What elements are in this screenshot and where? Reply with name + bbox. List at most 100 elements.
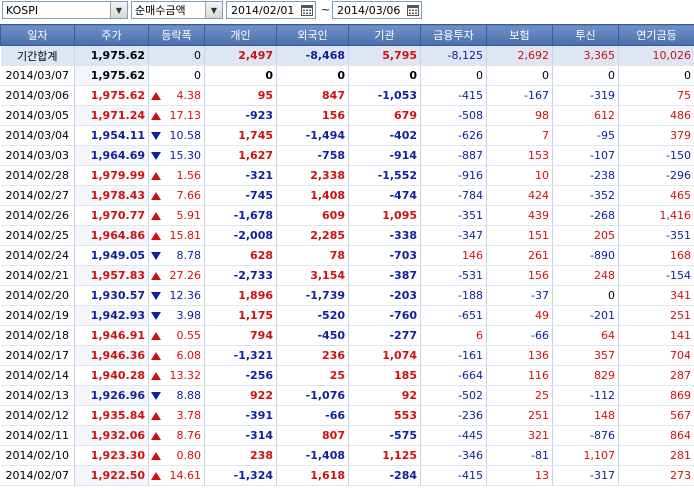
table-row[interactable]: 2014/03/07 1,975.62 0 0 0 0 0 0 0 0 [0,65,694,86]
change-value: 8.78 [176,249,202,262]
table-row[interactable]: 2014/02/28 1,979.99 1.56 -321 2,338 -1,552 -91… [0,165,694,186]
table-row[interactable]: 2014/03/05 1,971.24 17.13 -923 156 679 -508 98 6… [0,105,694,126]
cell-foreign: 78 [276,245,349,266]
table-row[interactable]: 2014/02/10 1,923.30 0.80 238 -1,408 1,125 -346… [0,445,694,466]
table-row[interactable]: 2014/03/03 1,964.69 15.30 1,627 -758 -914 -887… [0,145,694,166]
cell-date: 2014/02/07 [0,465,75,486]
arrow-down-icon [151,311,161,320]
cell-pension: 281 [618,445,694,466]
date-separator: ~ [321,3,331,16]
arrow-up-icon [151,411,161,420]
change-value: 0.55 [176,329,202,342]
chevron-down-icon[interactable]: ▼ [205,2,222,18]
table-row[interactable]: 2014/02/19 1,942.93 3.98 1,175 -520 -760 -651 4… [0,305,694,326]
cell-financial-investment: -508 [420,105,487,126]
mode-select[interactable]: 순매수금액 ▼ [131,1,223,19]
table-row[interactable]: 2014/02/13 1,926.96 8.88 922 -1,076 92 -502 25-… [0,385,694,406]
cell-change: 6.08 [148,345,205,366]
table-row[interactable]: 2014/02/11 1,932.06 8.76 -314 807 -575 -445 321… [0,425,694,446]
cell-investment-trust: -268 [552,205,619,226]
cell-insurance: -167 [486,85,553,106]
cell-individual: 95 [204,85,277,106]
cell-institution: -203 [348,285,421,306]
table-row[interactable]: 2014/02/27 1,978.43 7.66 -745 1,408 -474 -784 4… [0,185,694,206]
table-row[interactable]: 2014/02/20 1,930.57 12.36 1,896 -1,739 -203 -1… [0,285,694,306]
cell-price: 1,970.77 [74,205,149,226]
arrow-up-icon [151,451,161,460]
cell-pension: 75 [618,85,694,106]
cell-foreign: 847 [276,85,349,106]
cell-date: 2014/02/20 [0,285,75,306]
cell-financial-investment: -887 [420,145,487,166]
table-row[interactable]: 2014/02/24 1,949.05 8.78 628 78 -703 146 261 -89… [0,245,694,266]
cell-foreign: 236 [276,345,349,366]
cell-change: 12.36 [148,285,205,306]
column-header-change[interactable]: 등락폭 [148,24,205,46]
calendar-icon[interactable] [405,2,421,18]
table-row[interactable]: 2014/02/26 1,970.77 5.91 -1,678 609 1,095 -351… [0,205,694,226]
cell-investment-trust: 0 [552,65,619,86]
toolbar: KOSPI ▼ 순매수금액 ▼ 2014/02/01 ~ 2014/03/06 [0,0,694,22]
arrow-up-icon [151,171,161,180]
column-header-investment-trust[interactable]: 투신 [552,24,619,46]
calendar-icon[interactable] [299,2,315,18]
column-header-individual[interactable]: 개인 [204,24,277,46]
cell-date: 2014/02/17 [0,345,75,366]
cell-investment-trust: -107 [552,145,619,166]
column-header-institution[interactable]: 기관 [348,24,421,46]
cell-institution: -402 [348,125,421,146]
table-row[interactable]: 2014/02/18 1,946.91 0.55 794 -450 -277 6 -66 64 1… [0,325,694,346]
arrow-up-icon [151,91,161,100]
cell-institution: -284 [348,465,421,486]
arrow-up-icon [151,331,161,340]
column-header-foreign[interactable]: 외국인 [276,24,349,46]
table-row[interactable]: 2014/02/12 1,935.84 3.78 -391 -66 553 -236 251 1… [0,405,694,426]
cell-individual: 794 [204,325,277,346]
market-select-value: KOSPI [6,3,39,17]
cell-foreign: 0 [276,65,349,86]
table-row[interactable]: 2014/02/21 1,957.83 27.26 -2,733 3,154 -387 -5… [0,265,694,286]
table-row[interactable]: 2014/03/04 1,954.11 10.58 1,745 -1,494 -402 -6… [0,125,694,146]
table-row[interactable]: 2014/02/07 1,922.50 14.61 -1,324 1,618 -284 -4… [0,465,694,486]
arrow-up-icon [151,271,161,280]
cell-investment-trust: 64 [552,325,619,346]
chevron-down-icon[interactable]: ▼ [110,2,127,18]
arrow-down-icon [151,251,161,260]
cell-insurance: 116 [486,365,553,386]
cell-date: 2014/02/21 [0,265,75,286]
table-row[interactable]: 2014/02/14 1,940.28 13.32 -256 25 185 -664 116 8… [0,365,694,386]
table-row[interactable]: 2014/02/25 1,964.86 15.81 -2,008 2,285 -338 -3… [0,225,694,246]
arrow-up-icon [151,351,161,360]
column-header-pension[interactable]: 연기금등 [618,24,694,46]
cell-financial-investment: 146 [420,245,487,266]
cell-date: 기간합계 [0,45,75,66]
cell-insurance: 251 [486,405,553,426]
cell-foreign: -758 [276,145,349,166]
change-value: 17.13 [169,109,202,122]
cell-foreign: -1,494 [276,125,349,146]
cell-pension: 567 [618,405,694,426]
table-row[interactable]: 2014/03/06 1,975.62 4.38 95 847 -1,053 -415 -16… [0,85,694,106]
column-header-financial-investment[interactable]: 금융투자 [420,24,487,46]
cell-financial-investment: -351 [420,205,487,226]
cell-pension: -150 [618,145,694,166]
market-select[interactable]: KOSPI ▼ [2,1,128,19]
cell-date: 2014/02/25 [0,225,75,246]
change-value: 0.80 [176,449,202,462]
cell-price: 1,954.11 [74,125,149,146]
date-to-field[interactable]: 2014/03/06 [332,1,422,19]
date-from-field[interactable]: 2014/02/01 [226,1,316,19]
column-header-insurance[interactable]: 보험 [486,24,553,46]
table-row[interactable]: 2014/02/17 1,946.36 6.08 -1,321 236 1,074 -161… [0,345,694,366]
cell-change: 13.32 [148,365,205,386]
cell-financial-investment: -664 [420,365,487,386]
total-row[interactable]: 기간합계 1,975.62 0 2,497 -8,468 5,795 -8,125 2,692… [0,45,694,66]
column-header-price[interactable]: 주가 [74,24,149,46]
change-value: 3.78 [176,409,202,422]
column-header-date[interactable]: 일자 [0,24,75,46]
change-value: 1.56 [176,169,202,182]
change-value: 7.66 [176,189,202,202]
cell-date: 2014/02/13 [0,385,75,406]
cell-investment-trust: 248 [552,265,619,286]
cell-date: 2014/02/10 [0,445,75,466]
